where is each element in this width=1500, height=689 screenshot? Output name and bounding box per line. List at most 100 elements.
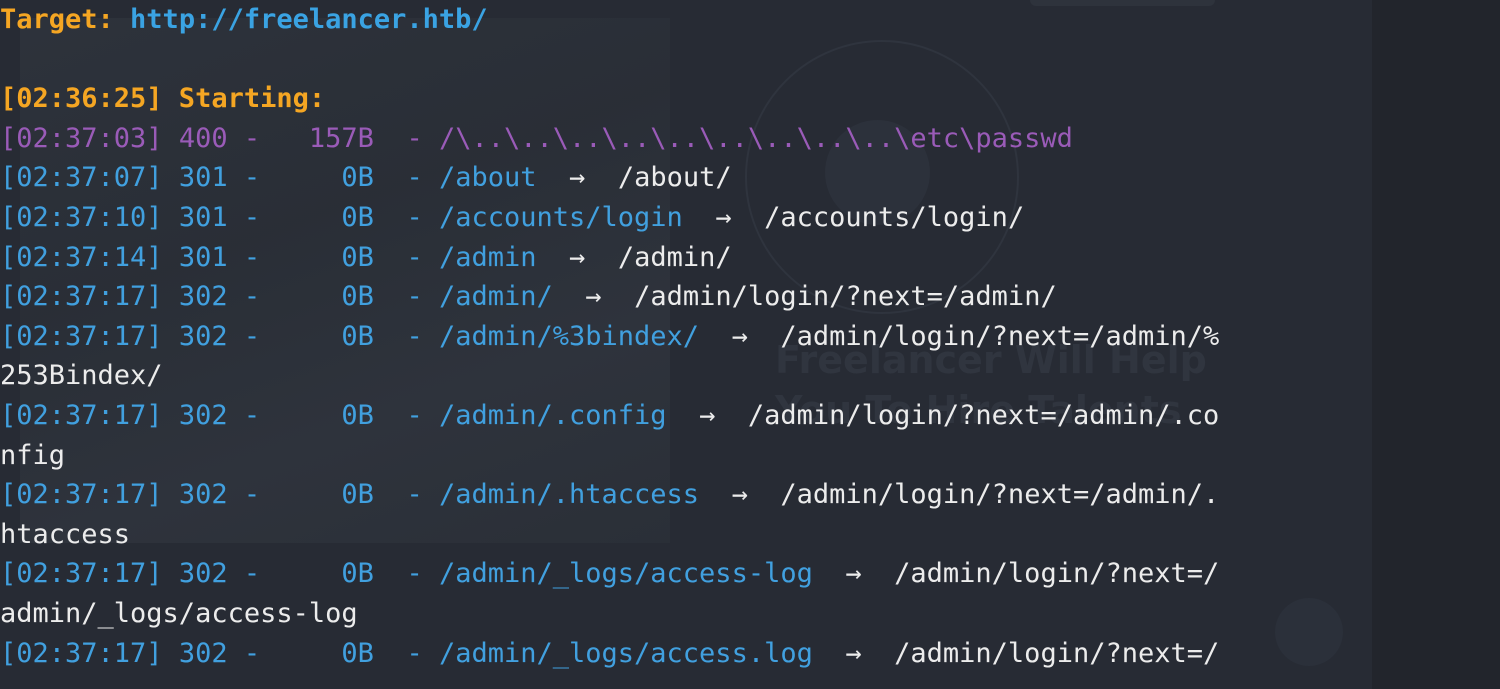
result-path: /admin/: [438, 281, 553, 313]
result-time: [02:37:17]: [0, 320, 163, 352]
result-redirect: → /admin/login/?next=/admin/.: [699, 479, 1220, 511]
redirect-target: /admin/login/?next=/: [894, 637, 1220, 669]
result-status: 302: [178, 558, 228, 590]
result-row: [02:37:17] 302 - 0B - /admin/_logs/acces…: [0, 634, 1500, 674]
result-redirect: → /admin/: [537, 242, 732, 273]
result-row: [02:37:14] 301 - 0B - /admin → /admin/: [0, 238, 1500, 278]
result-path: /admin/%3bindex/: [438, 320, 700, 352]
result-redirect: → /about/: [537, 162, 732, 193]
starting-line: [02:36:25] Starting:: [0, 79, 1500, 119]
result-status: 302: [178, 637, 228, 669]
redirect-arrow-icon: →: [585, 281, 602, 313]
result-size: 0B: [341, 241, 374, 273]
result-size: 0B: [341, 281, 374, 313]
redirect-arrow-icon: →: [699, 399, 716, 431]
result-status: 301: [178, 241, 228, 273]
result-row: [02:37:17] 302 - 0B - /admin/_logs/acces…: [0, 554, 1500, 594]
result-size: 0B: [341, 558, 374, 590]
result-size: 0B: [341, 399, 374, 431]
target-url: http://freelancer.htb/: [130, 4, 488, 35]
redirect-target: /admin/login/?next=/admin/.co: [747, 399, 1220, 431]
result-status: 302: [178, 479, 228, 511]
target-label: Target:: [0, 4, 131, 35]
result-status: 301: [178, 201, 228, 233]
redirect-target: /admin/: [617, 241, 732, 273]
result-row: [02:37:17] 302 - 0B - /admin/.config → /…: [0, 396, 1500, 436]
result-entry: [02:37:17] 302 - 0B - /admin/.htaccess: [0, 479, 700, 511]
result-entry: [02:37:03] 400 - 157B - /\..\..\..\..\..…: [0, 122, 1073, 154]
redirect-target: /about/: [617, 162, 732, 194]
result-size: 157B: [308, 122, 374, 154]
results-list: [02:37:03] 400 - 157B - /\..\..\..\..\..…: [0, 119, 1500, 673]
result-path: /admin/.htaccess: [438, 479, 700, 511]
result-row: [02:37:10] 301 - 0B - /accounts/login → …: [0, 198, 1500, 238]
redirect-target: /admin/login/?next=/admin/.: [780, 479, 1220, 511]
redirect-target: /admin/login/?next=/admin/%: [780, 320, 1220, 352]
result-entry: [02:37:17] 302 - 0B - /admin/.config: [0, 399, 667, 431]
result-wrap-continuation: nfig: [0, 439, 66, 471]
result-path: /admin/_logs/access-log: [438, 558, 813, 590]
redirect-arrow-icon: →: [731, 479, 748, 511]
result-path: /accounts/login: [438, 201, 683, 233]
result-path: /about: [438, 162, 537, 194]
result-path: /admin/.config: [438, 399, 667, 431]
result-time: [02:37:10]: [0, 201, 163, 233]
result-row: [02:37:17] 302 - 0B - /admin/.htaccess →…: [0, 475, 1500, 515]
result-time: [02:37:03]: [0, 122, 163, 154]
result-size: 0B: [341, 320, 374, 352]
result-status: 301: [178, 162, 228, 194]
result-redirect: → /accounts/login/: [683, 202, 1024, 233]
redirect-arrow-icon: →: [569, 162, 586, 194]
result-time: [02:37:17]: [0, 558, 163, 590]
result-entry: [02:37:14] 301 - 0B - /admin: [0, 241, 537, 273]
result-redirect: → /admin/login/?next=/: [813, 558, 1219, 589]
result-status: 302: [178, 320, 228, 352]
result-wrap-continuation: 253Bindex/: [0, 360, 163, 392]
result-wrap-continuation: admin/_logs/access-log: [0, 597, 358, 629]
result-redirect: → /admin/login/?next=/admin/: [553, 281, 1057, 313]
result-entry: [02:37:17] 302 - 0B - /admin/%3bindex/: [0, 320, 700, 352]
result-entry: [02:37:10] 301 - 0B - /accounts/login: [0, 201, 683, 233]
result-status: 302: [178, 399, 228, 431]
result-redirect: → /admin/login/?next=/: [813, 638, 1219, 669]
result-row: [02:37:17] 302 - 0B - /admin/%3bindex/ →…: [0, 317, 1500, 357]
result-redirect: → /admin/login/?next=/admin/.co: [667, 399, 1220, 431]
result-time: [02:37:17]: [0, 479, 163, 511]
result-size: 0B: [341, 162, 374, 194]
result-entry: [02:37:17] 302 - 0B - /admin/: [0, 281, 553, 313]
result-row: [02:37:17] 302 - 0B - /admin/ → /admin/l…: [0, 277, 1500, 317]
result-row: [02:37:03] 400 - 157B - /\..\..\..\..\..…: [0, 119, 1500, 159]
redirect-target: /admin/login/?next=/: [894, 558, 1220, 590]
terminal-output: Target: http://freelancer.htb/ [02:36:25…: [0, 0, 1500, 673]
result-entry: [02:37:17] 302 - 0B - /admin/_logs/acces…: [0, 637, 813, 669]
redirect-target: /accounts/login/: [764, 201, 1025, 233]
result-status: 400: [178, 122, 228, 154]
redirect-arrow-icon: →: [715, 201, 732, 233]
starting-text: [02:36:25] Starting:: [0, 83, 326, 115]
result-size: 0B: [341, 201, 374, 233]
result-path: /admin/_logs/access.log: [438, 637, 813, 669]
result-size: 0B: [341, 637, 374, 669]
redirect-arrow-icon: →: [845, 558, 862, 590]
result-entry: [02:37:07] 301 - 0B - /about: [0, 162, 537, 194]
result-redirect: → /admin/login/?next=/admin/%: [699, 320, 1220, 352]
redirect-arrow-icon: →: [731, 320, 748, 352]
result-time: [02:37:14]: [0, 241, 163, 273]
result-path: /admin: [438, 241, 537, 273]
result-status: 302: [178, 281, 228, 313]
result-time: [02:37:17]: [0, 281, 163, 313]
result-row: [02:37:07] 301 - 0B - /about → /about/: [0, 158, 1500, 198]
result-wrap-continuation: htaccess: [0, 518, 131, 550]
result-time: [02:37:17]: [0, 637, 163, 669]
result-size: 0B: [341, 479, 374, 511]
redirect-target: /admin/login/?next=/admin/: [634, 281, 1057, 313]
terminal-window[interactable]: Freelancer Will Help You To Hire Talents…: [0, 0, 1500, 689]
result-entry: [02:37:17] 302 - 0B - /admin/_logs/acces…: [0, 558, 813, 590]
result-time: [02:37:07]: [0, 162, 163, 194]
redirect-arrow-icon: →: [569, 241, 586, 273]
result-time: [02:37:17]: [0, 399, 163, 431]
redirect-arrow-icon: →: [845, 637, 862, 669]
target-line: Target: http://freelancer.htb/: [0, 0, 1500, 40]
result-path: /\..\..\..\..\..\..\..\..\..\etc\passwd: [438, 122, 1073, 154]
